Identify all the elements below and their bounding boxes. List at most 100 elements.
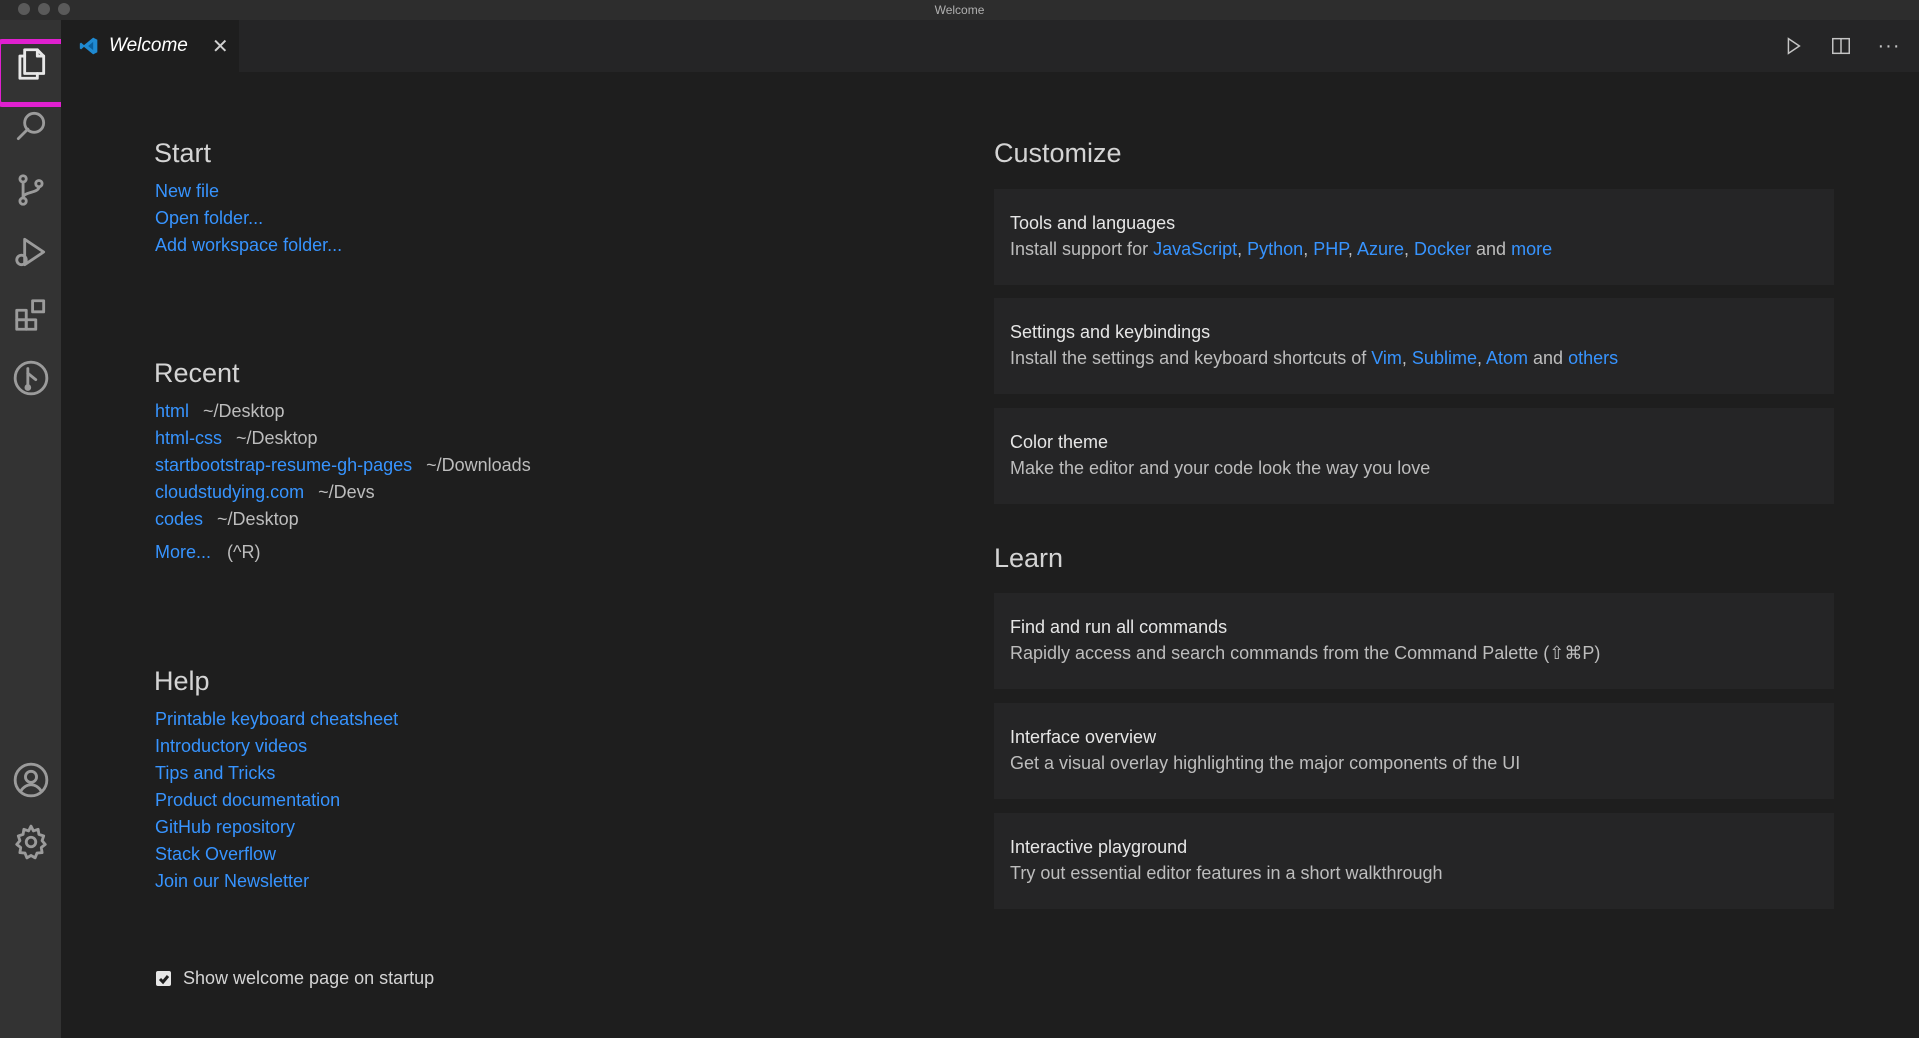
checkmark-icon xyxy=(158,974,169,984)
and-text: and xyxy=(1476,239,1507,259)
source-control-icon xyxy=(17,174,44,206)
extensions-button[interactable] xyxy=(0,285,61,345)
card-title: Settings and keybindings xyxy=(1010,322,1211,342)
sublime-link[interactable]: Sublime xyxy=(1412,348,1477,368)
settings-keybindings-card[interactable]: Settings and keybindings Install the set… xyxy=(994,298,1834,394)
interactive-playground-card[interactable]: Interactive playground Try out essential… xyxy=(994,813,1834,909)
more-recent-link[interactable]: More... xyxy=(155,542,211,562)
card-description: Get a visual overlay highlighting the ma… xyxy=(1010,753,1521,773)
learn-heading: Learn xyxy=(994,543,1064,573)
list-item: html-css ~/Desktop xyxy=(155,425,531,452)
recent-item-link[interactable]: html-css xyxy=(155,428,222,448)
open-folder-link[interactable]: Open folder... xyxy=(155,208,263,228)
list-item: html ~/Desktop xyxy=(155,398,531,425)
list-item: cloudstudying.com ~/Devs xyxy=(155,479,531,506)
vscode-logo-icon xyxy=(79,37,98,55)
activity-bar xyxy=(0,20,90,1038)
newsletter-link[interactable]: Join our Newsletter xyxy=(155,871,309,891)
account-icon xyxy=(13,762,48,798)
git-graph-button[interactable] xyxy=(0,348,61,408)
recent-item-link[interactable]: startbootstrap-resume-gh-pages xyxy=(155,455,412,475)
show-welcome-checkbox[interactable] xyxy=(156,971,171,986)
manage-settings-button[interactable] xyxy=(0,812,61,872)
recent-item-link[interactable]: cloudstudying.com xyxy=(155,482,304,502)
editor-tab-bar: Welcome ✕ ··· xyxy=(61,20,1919,72)
card-description: Try out essential editor features in a s… xyxy=(1010,863,1443,883)
python-link[interactable]: Python xyxy=(1247,239,1303,259)
window-title: Welcome xyxy=(934,3,985,17)
others-link[interactable]: others xyxy=(1568,348,1618,368)
start-heading: Start xyxy=(154,138,212,168)
tab-welcome[interactable]: Welcome ✕ xyxy=(61,20,239,72)
card-desc-text: Install the settings and keyboard shortc… xyxy=(1010,348,1367,368)
color-theme-card[interactable]: Color theme Make the editor and your cod… xyxy=(994,408,1834,504)
search-button[interactable] xyxy=(0,96,61,156)
product-documentation-link[interactable]: Product documentation xyxy=(155,790,340,810)
list-item: codes ~/Desktop xyxy=(155,506,531,533)
help-heading: Help xyxy=(154,666,210,696)
settings-gear-icon xyxy=(14,824,47,860)
git-graph-icon xyxy=(13,360,48,396)
source-control-button[interactable] xyxy=(0,160,61,220)
card-desc-text: Install support for xyxy=(1010,239,1149,259)
javascript-link[interactable]: JavaScript xyxy=(1153,239,1237,259)
azure-link[interactable]: Azure xyxy=(1357,239,1404,259)
files-icon xyxy=(17,48,45,80)
interface-overview-card[interactable]: Interface overview Get a visual overlay … xyxy=(994,703,1834,799)
more-languages-link[interactable]: more xyxy=(1511,239,1552,259)
customize-heading: Customize xyxy=(994,138,1122,168)
list-item: startbootstrap-resume-gh-pages ~/Download… xyxy=(155,452,531,479)
editor-actions: ··· xyxy=(1781,20,1901,72)
vim-link[interactable]: Vim xyxy=(1371,348,1402,368)
card-title: Color theme xyxy=(1010,432,1109,452)
welcome-page: Start New file Open folder... Add worksp… xyxy=(61,72,1919,1038)
show-welcome-label[interactable]: Show welcome page on startup xyxy=(183,968,434,989)
close-window-button[interactable] xyxy=(18,3,30,15)
extensions-icon xyxy=(14,299,45,331)
introductory-videos-link[interactable]: Introductory videos xyxy=(155,736,307,756)
help-links: Printable keyboard cheatsheet Introducto… xyxy=(155,706,398,895)
card-title: Interface overview xyxy=(1010,727,1157,747)
atom-link[interactable]: Atom xyxy=(1486,348,1528,368)
run-button[interactable] xyxy=(1781,34,1805,58)
more-actions-button[interactable]: ··· xyxy=(1877,34,1901,58)
card-description: Install the settings and keyboard shortc… xyxy=(1010,348,1619,368)
find-run-commands-card[interactable]: Find and run all commands Rapidly access… xyxy=(994,593,1834,689)
minimize-window-button[interactable] xyxy=(38,3,50,15)
show-welcome-on-startup: Show welcome page on startup xyxy=(156,968,434,989)
stack-overflow-link[interactable]: Stack Overflow xyxy=(155,844,276,864)
close-icon[interactable]: ✕ xyxy=(212,34,229,59)
card-description: Make the editor and your code look the w… xyxy=(1010,458,1431,478)
split-editor-button[interactable] xyxy=(1829,34,1853,58)
more-recent-shortcut: (^R) xyxy=(227,542,261,562)
keyboard-cheatsheet-link[interactable]: Printable keyboard cheatsheet xyxy=(155,709,398,729)
start-links: New file Open folder... Add workspace fo… xyxy=(155,178,342,259)
more-icon: ··· xyxy=(1877,35,1901,57)
window-controls[interactable] xyxy=(18,3,70,15)
recent-item-path: ~/Desktop xyxy=(217,509,299,529)
tools-languages-card[interactable]: Tools and languages Install support for … xyxy=(994,189,1834,285)
card-title: Tools and languages xyxy=(1010,213,1176,233)
add-workspace-folder-link[interactable]: Add workspace folder... xyxy=(155,235,342,255)
run-debug-button[interactable] xyxy=(0,222,61,282)
tips-and-tricks-link[interactable]: Tips and Tricks xyxy=(155,763,275,783)
card-title: Interactive playground xyxy=(1010,837,1188,857)
recent-item-path: ~/Downloads xyxy=(426,455,531,475)
docker-link[interactable]: Docker xyxy=(1414,239,1471,259)
tab-title: Welcome xyxy=(109,35,188,56)
and-text: and xyxy=(1533,348,1564,368)
card-description: Install support for JavaScript, Python, … xyxy=(1010,239,1553,259)
card-title: Find and run all commands xyxy=(1010,617,1228,637)
recent-item-path: ~/Desktop xyxy=(203,401,285,421)
split-editor-icon xyxy=(1832,37,1850,55)
recent-item-link[interactable]: html xyxy=(155,401,189,421)
github-repository-link[interactable]: GitHub repository xyxy=(155,817,295,837)
card-description: Rapidly access and search commands from … xyxy=(1010,643,1601,663)
php-link[interactable]: PHP xyxy=(1313,239,1348,259)
explorer-button[interactable] xyxy=(0,34,61,94)
new-file-link[interactable]: New file xyxy=(155,181,219,201)
recent-item-link[interactable]: codes xyxy=(155,509,203,529)
zoom-window-button[interactable] xyxy=(58,3,70,15)
accounts-button[interactable] xyxy=(0,750,61,810)
search-icon xyxy=(16,111,45,141)
